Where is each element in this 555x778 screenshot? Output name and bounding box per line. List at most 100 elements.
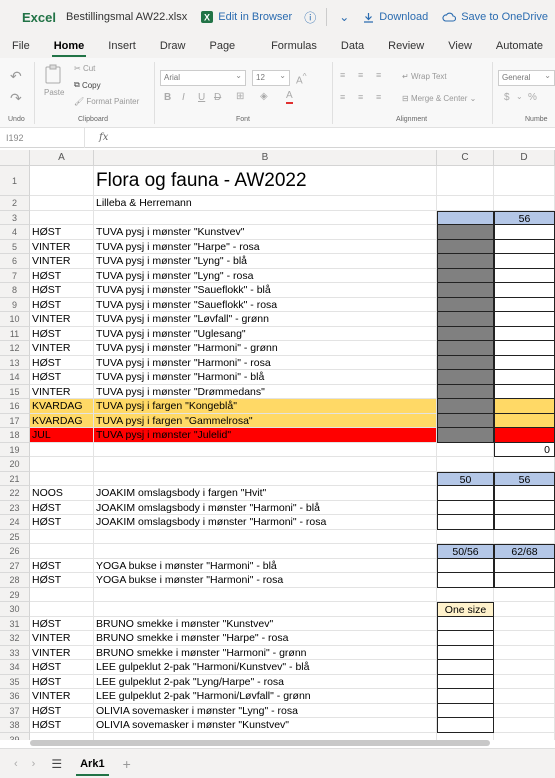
cell-b25[interactable] bbox=[94, 529, 437, 544]
cell-d5[interactable] bbox=[494, 239, 555, 254]
column-header-b[interactable]: B bbox=[94, 150, 437, 166]
row-header[interactable]: 25 bbox=[0, 529, 30, 544]
cell-b11[interactable]: TUVA pysj i mønster "Uglesang" bbox=[94, 326, 437, 341]
cell-c2[interactable] bbox=[437, 196, 494, 211]
cell-c21[interactable]: 50 bbox=[437, 471, 494, 486]
row-header[interactable]: 31 bbox=[0, 616, 30, 631]
cell-a14[interactable]: HØST bbox=[30, 370, 94, 385]
cell-b28[interactable]: YOGA bukse i mønster "Harmoni" - rosa bbox=[94, 573, 437, 588]
cell-c13[interactable] bbox=[437, 355, 494, 370]
cell-b30[interactable] bbox=[94, 602, 437, 617]
row-header[interactable]: 18 bbox=[0, 428, 30, 443]
cell-d30[interactable] bbox=[494, 602, 555, 617]
cell-a36[interactable]: VINTER bbox=[30, 689, 94, 704]
cell-d22[interactable] bbox=[494, 486, 555, 501]
font-name-dropdown[interactable]: Arial bbox=[160, 69, 246, 86]
row-header[interactable]: 3 bbox=[0, 210, 30, 225]
tab-file[interactable]: File bbox=[0, 34, 42, 58]
cell-c11[interactable] bbox=[437, 326, 494, 341]
cell-b39[interactable] bbox=[94, 732, 437, 740]
cell-a9[interactable]: HØST bbox=[30, 297, 94, 312]
cell-c31[interactable] bbox=[437, 616, 494, 631]
all-sheets-menu-icon[interactable]: ☰ bbox=[51, 757, 62, 771]
cell-c20[interactable] bbox=[437, 457, 494, 472]
cell-a34[interactable]: HØST bbox=[30, 660, 94, 675]
row-header[interactable]: 26 bbox=[0, 544, 30, 559]
cell-c9[interactable] bbox=[437, 297, 494, 312]
cell-d11[interactable] bbox=[494, 326, 555, 341]
underline-button[interactable]: U bbox=[198, 92, 205, 103]
cell-a28[interactable]: HØST bbox=[30, 573, 94, 588]
fx-icon[interactable]: fx bbox=[99, 132, 108, 143]
increase-font-icon[interactable]: A^ bbox=[296, 71, 307, 86]
cell-c38[interactable] bbox=[437, 718, 494, 733]
row-header[interactable]: 17 bbox=[0, 413, 30, 428]
cell-b2[interactable]: Lilleba & Herremann bbox=[94, 196, 437, 211]
row-header[interactable]: 30 bbox=[0, 602, 30, 617]
cell-d33[interactable] bbox=[494, 645, 555, 660]
row-header[interactable]: 29 bbox=[0, 587, 30, 602]
row-header[interactable]: 32 bbox=[0, 631, 30, 646]
cell-d34[interactable] bbox=[494, 660, 555, 675]
download-button[interactable]: Download bbox=[363, 11, 428, 23]
cell-c23[interactable] bbox=[437, 500, 494, 515]
cell-d28[interactable] bbox=[494, 573, 555, 588]
cell-d20[interactable] bbox=[494, 457, 555, 472]
cell-d29[interactable] bbox=[494, 587, 555, 602]
fill-color-icon[interactable]: ◈ bbox=[260, 91, 268, 102]
cell-b15[interactable]: TUVA pysj i mønster "Drømmedans" bbox=[94, 384, 437, 399]
cell-c4[interactable] bbox=[437, 225, 494, 240]
cell-d9[interactable] bbox=[494, 297, 555, 312]
cell-a11[interactable]: HØST bbox=[30, 326, 94, 341]
cell-a39[interactable] bbox=[30, 732, 94, 740]
cell-a33[interactable]: VINTER bbox=[30, 645, 94, 660]
cell-b33[interactable]: BRUNO smekke i mønster "Harmoni" - grønn bbox=[94, 645, 437, 660]
cell-a15[interactable]: VINTER bbox=[30, 384, 94, 399]
currency-button[interactable]: $ bbox=[504, 92, 510, 103]
tab-formulas[interactable]: Formulas bbox=[259, 34, 329, 58]
cell-a29[interactable] bbox=[30, 587, 94, 602]
cell-b23[interactable]: JOAKIM omslagsbody i mønster "Harmoni" -… bbox=[94, 500, 437, 515]
cell-c17[interactable] bbox=[437, 413, 494, 428]
cell-c8[interactable] bbox=[437, 283, 494, 298]
cell-b35[interactable]: LEE gulpeklut 2-pak "Lyng/Harpe" - rosa bbox=[94, 674, 437, 689]
cell-d19[interactable]: 0 bbox=[494, 442, 555, 457]
cell-b18[interactable]: TUVA pysj i mønster "Julelid" bbox=[94, 428, 437, 443]
cell-a12[interactable]: VINTER bbox=[30, 341, 94, 356]
percent-button[interactable]: % bbox=[528, 92, 537, 103]
cell-b8[interactable]: TUVA pysj i mønster "Saueflokk" - blå bbox=[94, 283, 437, 298]
cell-c6[interactable] bbox=[437, 254, 494, 269]
cell-b19[interactable] bbox=[94, 442, 437, 457]
cell-a31[interactable]: HØST bbox=[30, 616, 94, 631]
cell-c14[interactable] bbox=[437, 370, 494, 385]
cell-a4[interactable]: HØST bbox=[30, 225, 94, 240]
name-box[interactable]: I192 bbox=[0, 127, 85, 148]
sheet-tab-ark1[interactable]: Ark1 bbox=[76, 758, 110, 776]
strikethrough-button[interactable]: D bbox=[214, 92, 221, 103]
row-header[interactable]: 19 bbox=[0, 442, 30, 457]
cell-b3[interactable] bbox=[94, 210, 437, 225]
cell-d3[interactable]: 56 bbox=[494, 210, 555, 225]
format-painter-button[interactable]: 🖌 Format Painter bbox=[74, 97, 139, 106]
cell-a17[interactable]: KVARDAG bbox=[30, 413, 94, 428]
cell-d10[interactable] bbox=[494, 312, 555, 327]
cell-c35[interactable] bbox=[437, 674, 494, 689]
cell-a16[interactable]: KVARDAG bbox=[30, 399, 94, 414]
cell-a21[interactable] bbox=[30, 471, 94, 486]
edit-in-browser-button[interactable]: X Edit in Browser bbox=[201, 11, 292, 23]
cell-d13[interactable] bbox=[494, 355, 555, 370]
cell-b26[interactable] bbox=[94, 544, 437, 559]
cell-a20[interactable] bbox=[30, 457, 94, 472]
cell-d35[interactable] bbox=[494, 674, 555, 689]
align-top-icon[interactable]: ≡ bbox=[340, 70, 345, 80]
cut-button[interactable]: ✂ Cut bbox=[74, 64, 95, 73]
font-size-dropdown[interactable]: 12 bbox=[252, 69, 290, 86]
prev-sheet-icon[interactable]: ‹ bbox=[14, 758, 18, 770]
cell-d4[interactable] bbox=[494, 225, 555, 240]
cell-b21[interactable] bbox=[94, 471, 437, 486]
cell-b36[interactable]: LEE gulpeklut 2-pak "Harmoni/Løvfall" - … bbox=[94, 689, 437, 704]
cell-a6[interactable]: VINTER bbox=[30, 254, 94, 269]
cell-a2[interactable] bbox=[30, 196, 94, 211]
tab-automate[interactable]: Automate bbox=[484, 34, 555, 58]
cell-c19[interactable] bbox=[437, 442, 494, 457]
